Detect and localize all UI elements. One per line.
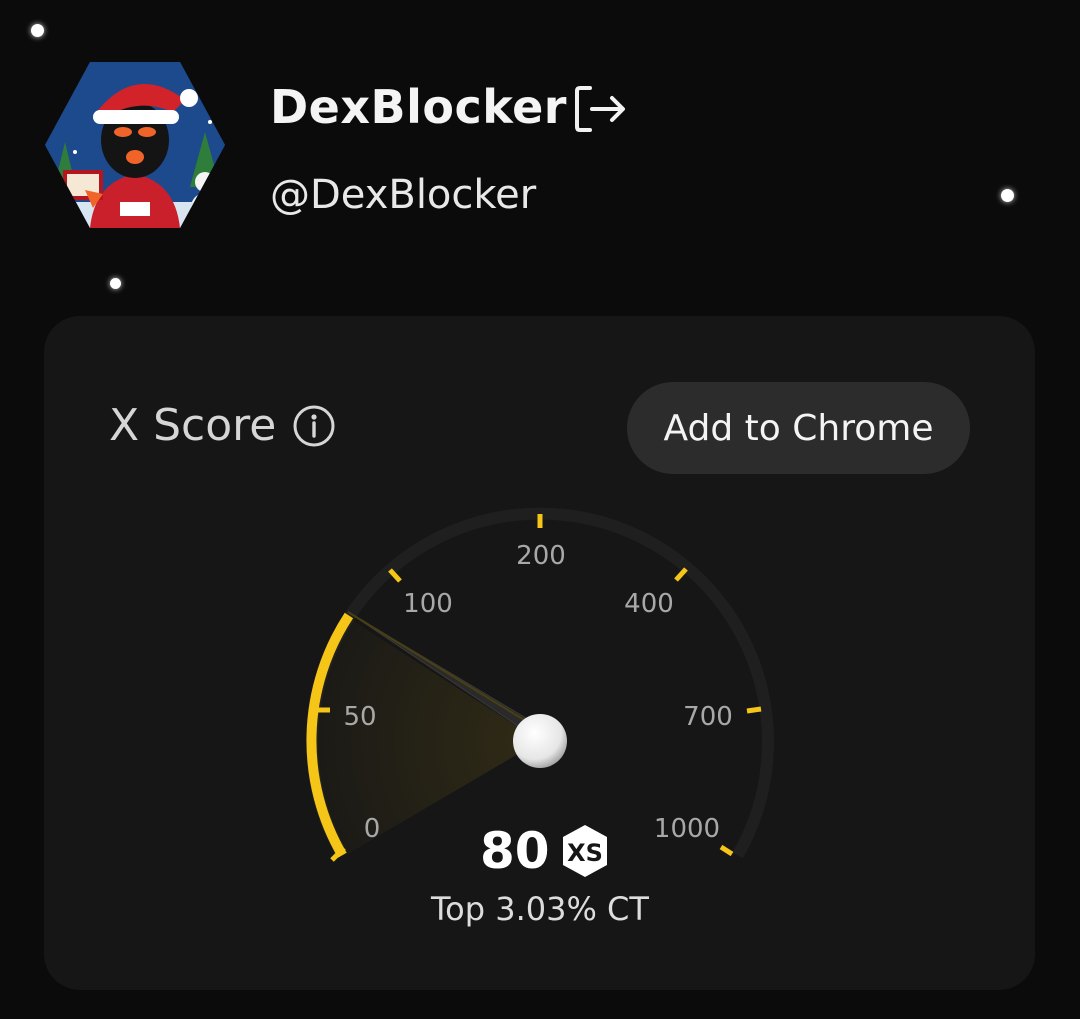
score-gauge: 0 50 100 200 400 700 1000 [306, 507, 774, 862]
snowflake [1001, 189, 1014, 202]
gauge-label-50: 50 [343, 702, 376, 732]
gauge-glow [309, 615, 540, 857]
gauge-label-1000: 1000 [654, 814, 720, 844]
svg-text:XS: XS [567, 839, 603, 867]
gauge-tick [674, 567, 688, 582]
x-score-card: X Score Add to Chrome 0 50 100 200 400 7… [44, 316, 1035, 990]
santa-hat-masked-character-avatar [45, 62, 225, 228]
profile-name: DexBlocker [270, 80, 567, 134]
gauge-tick [746, 706, 762, 714]
score-value: 80 [480, 822, 550, 880]
gauge-label-0: 0 [364, 814, 381, 844]
profile-avatar[interactable] [45, 62, 225, 228]
gauge-knob [513, 714, 567, 768]
profile-handle: @DexBlocker [270, 172, 537, 218]
rank-text: Top 3.03% CT [431, 890, 649, 928]
snowflake [31, 24, 44, 37]
gauge-label-400: 400 [624, 589, 674, 619]
score-row: 80 XS [480, 822, 610, 880]
gauge-label-200: 200 [516, 541, 566, 571]
gauge-label-700: 700 [683, 702, 733, 732]
snowflake [110, 278, 121, 289]
gauge-label-100: 100 [403, 589, 453, 619]
xs-logo-icon: XS [562, 825, 607, 877]
logout-icon[interactable] [574, 84, 628, 134]
page: DexBlocker @DexBlocker X Score Add to Ch… [0, 0, 1080, 1019]
gauge-tick [719, 844, 734, 857]
